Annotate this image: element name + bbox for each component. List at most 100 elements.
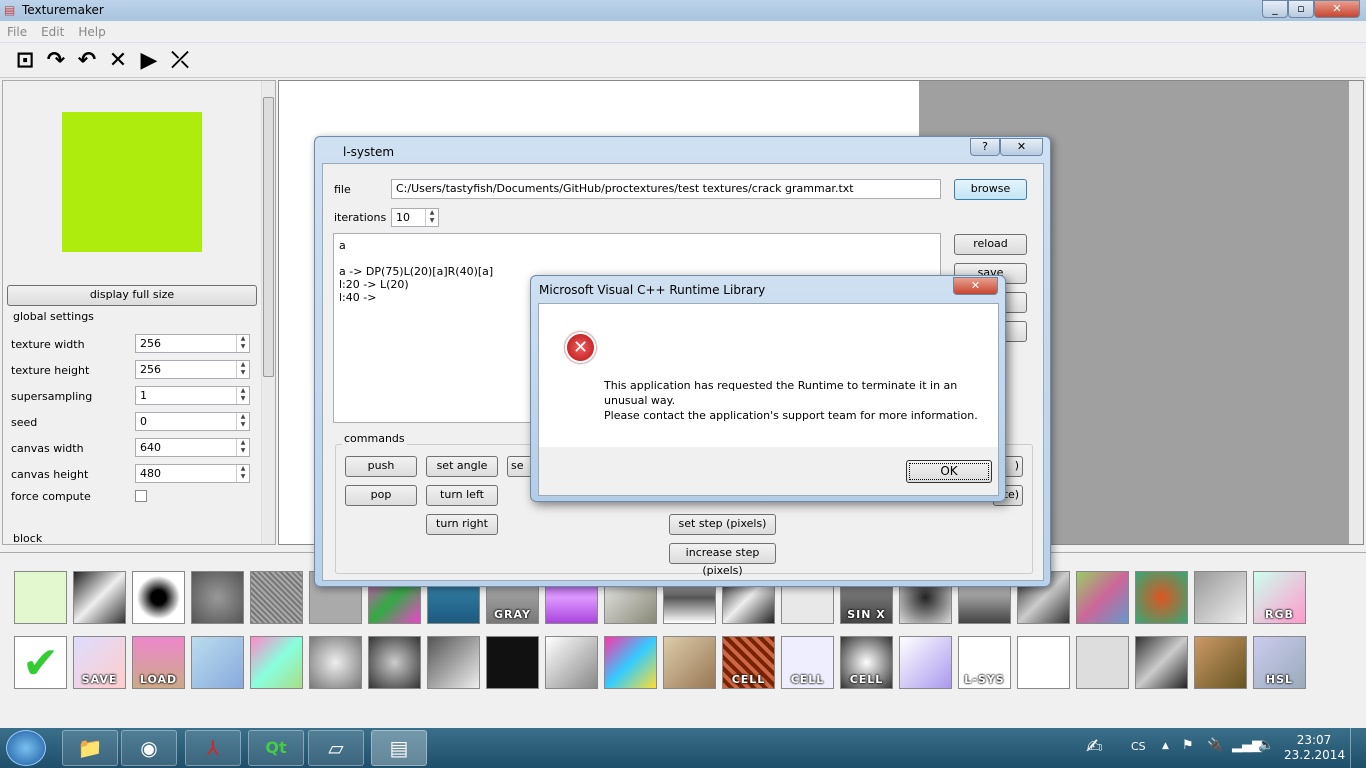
texture-block-tile[interactable] [14, 571, 67, 624]
texture-block-tile[interactable] [545, 636, 598, 689]
volume-icon[interactable]: 🔈 [1258, 738, 1274, 753]
texture-block-tile[interactable]: ✔ [14, 636, 67, 689]
power-icon[interactable]: 🔌 [1207, 738, 1223, 753]
error-dialog: Microsoft Visual C++ Runtime Library ✕ ✕… [530, 275, 1006, 502]
taskbar-explorer[interactable]: 📁 [62, 730, 118, 766]
taskbar-texturemaker[interactable]: ▤ [371, 730, 427, 766]
start-button[interactable] [6, 730, 46, 766]
seed-input[interactable]: 0 ▲ ▼ [135, 412, 250, 431]
texture-block-tile[interactable] [604, 636, 657, 689]
force-compute-checkbox[interactable] [135, 490, 147, 502]
show-desktop-button[interactable] [1350, 728, 1366, 768]
error-message: This application has requested the Runti… [604, 379, 978, 422]
canvas-scrollbar[interactable] [1349, 81, 1363, 544]
help-button[interactable]: ? [970, 138, 1000, 156]
menu-file[interactable]: File [0, 21, 34, 43]
tile-label: L-SYS [964, 673, 1005, 686]
texture-block-tile[interactable] [1017, 636, 1070, 689]
toolbar: ⊡ ↷ ↶ ✕ ▶ ⤫ [0, 44, 1366, 78]
pop-button[interactable]: pop [345, 485, 417, 506]
show-hidden-icons[interactable]: ▲ [1162, 741, 1169, 751]
maximize-button[interactable]: ▫ [1288, 0, 1314, 18]
texture-block-tile[interactable] [73, 571, 126, 624]
close-button[interactable]: ✕ [1314, 0, 1360, 18]
texture-block-tile[interactable] [1135, 636, 1188, 689]
texture-block-tile[interactable] [132, 571, 185, 624]
file-path-input[interactable]: C:/Users/tastyfish/Documents/GitHub/proc… [391, 179, 941, 199]
texture-block-tile[interactable] [250, 571, 303, 624]
clock[interactable]: 23:07 23.2.2014 [1284, 733, 1345, 763]
texture-block-tile[interactable]: SAVE [73, 636, 126, 689]
texture-block-tile[interactable]: LOAD [132, 636, 185, 689]
menu-edit[interactable]: Edit [34, 21, 71, 43]
ok-button[interactable]: OK [906, 460, 992, 483]
delete-icon[interactable]: ✕ [104, 48, 132, 74]
texture-block-tile[interactable] [250, 636, 303, 689]
save-icon[interactable]: ⊡ [11, 48, 39, 74]
block-label: block [13, 532, 43, 545]
texture-block-tile[interactable] [1194, 636, 1247, 689]
language-indicator[interactable]: CS [1131, 740, 1146, 753]
increase-step-button[interactable]: increase step (pixels) [669, 543, 776, 577]
display-full-size-button[interactable]: display full size [7, 285, 257, 306]
turn-left-button[interactable]: turn left [426, 485, 498, 506]
iterations-input[interactable]: 10 ▲ ▼ [391, 208, 439, 227]
error-dialog-title: Microsoft Visual C++ Runtime Library [539, 283, 766, 297]
texture-block-tile[interactable] [427, 636, 480, 689]
canvas-height-label: canvas height [11, 468, 89, 481]
supersampling-input[interactable]: 1 ▲ ▼ [135, 386, 250, 405]
browse-button[interactable]: browse [954, 179, 1027, 200]
tile-label: SIN X [847, 608, 886, 621]
texture-block-tile[interactable]: CELL [840, 636, 893, 689]
action-center-icon[interactable]: ⚑ [1182, 738, 1194, 753]
undo-icon[interactable]: ↶ [73, 48, 101, 74]
canvas-width-label: canvas width [11, 442, 84, 455]
tile-label: LOAD [139, 673, 178, 686]
push-button[interactable]: push [345, 456, 417, 477]
texture-width-label: texture width [11, 338, 85, 351]
texture-block-tile[interactable]: RGB [1253, 571, 1306, 624]
tile-label: SAVE [81, 673, 118, 686]
canvas-height-input[interactable]: 480 ▲ ▼ [135, 464, 250, 483]
turn-right-button[interactable]: turn right [426, 514, 498, 535]
taskbar-qt[interactable]: Qt [248, 730, 304, 766]
dialog-close-button[interactable]: ✕ [1000, 138, 1043, 156]
texture-block-tile[interactable] [309, 636, 362, 689]
texture-block-tile[interactable] [1076, 636, 1129, 689]
taskbar-chrome[interactable]: ◉ [121, 730, 177, 766]
pen-input-icon[interactable]: ✍ [1086, 734, 1103, 758]
left-panel-scrollbar[interactable] [261, 81, 275, 544]
taskbar-notepad[interactable]: ▱ [308, 730, 364, 766]
tile-label: CELL [790, 673, 825, 686]
texture-height-input[interactable]: 256 ▲ ▼ [135, 360, 250, 379]
texture-block-tile[interactable] [1194, 571, 1247, 624]
texture-block-tile[interactable]: L-SYS [958, 636, 1011, 689]
minimize-button[interactable]: _ [1262, 0, 1288, 18]
set-step-button[interactable]: set step (pixels) [669, 514, 776, 535]
run-icon[interactable]: ▶ [135, 48, 163, 74]
texture-block-tile[interactable] [191, 571, 244, 624]
texture-block-tile[interactable]: CELL [722, 636, 775, 689]
reload-button[interactable]: reload [954, 234, 1027, 255]
taskbar-acrobat[interactable]: ⅄ [185, 730, 241, 766]
texture-block-tile[interactable] [191, 636, 244, 689]
texture-block-tile[interactable] [1076, 571, 1129, 624]
global-settings-label: global settings [13, 310, 94, 323]
split-icon[interactable]: ⤫ [166, 48, 194, 74]
error-close-button[interactable]: ✕ [953, 277, 998, 295]
texture-preview [62, 112, 202, 252]
set-angle-button[interactable]: set angle [426, 456, 498, 477]
texture-block-tile[interactable]: CELL [781, 636, 834, 689]
canvas-width-input[interactable]: 640 ▲ ▼ [135, 438, 250, 457]
menu-help[interactable]: Help [71, 21, 112, 43]
texture-block-tile[interactable] [899, 636, 952, 689]
texture-block-tile[interactable]: HSL [1253, 636, 1306, 689]
texture-block-tile[interactable] [663, 636, 716, 689]
texture-block-tile[interactable] [1135, 571, 1188, 624]
redo-icon[interactable]: ↷ [42, 48, 70, 74]
title-bar: ▤ Texturemaker _ ▫ ✕ [0, 0, 1366, 21]
force-compute-label: force compute [11, 490, 91, 503]
texture-block-tile[interactable] [486, 636, 539, 689]
texture-block-tile[interactable] [368, 636, 421, 689]
texture-width-input[interactable]: 256 ▲ ▼ [135, 334, 250, 353]
